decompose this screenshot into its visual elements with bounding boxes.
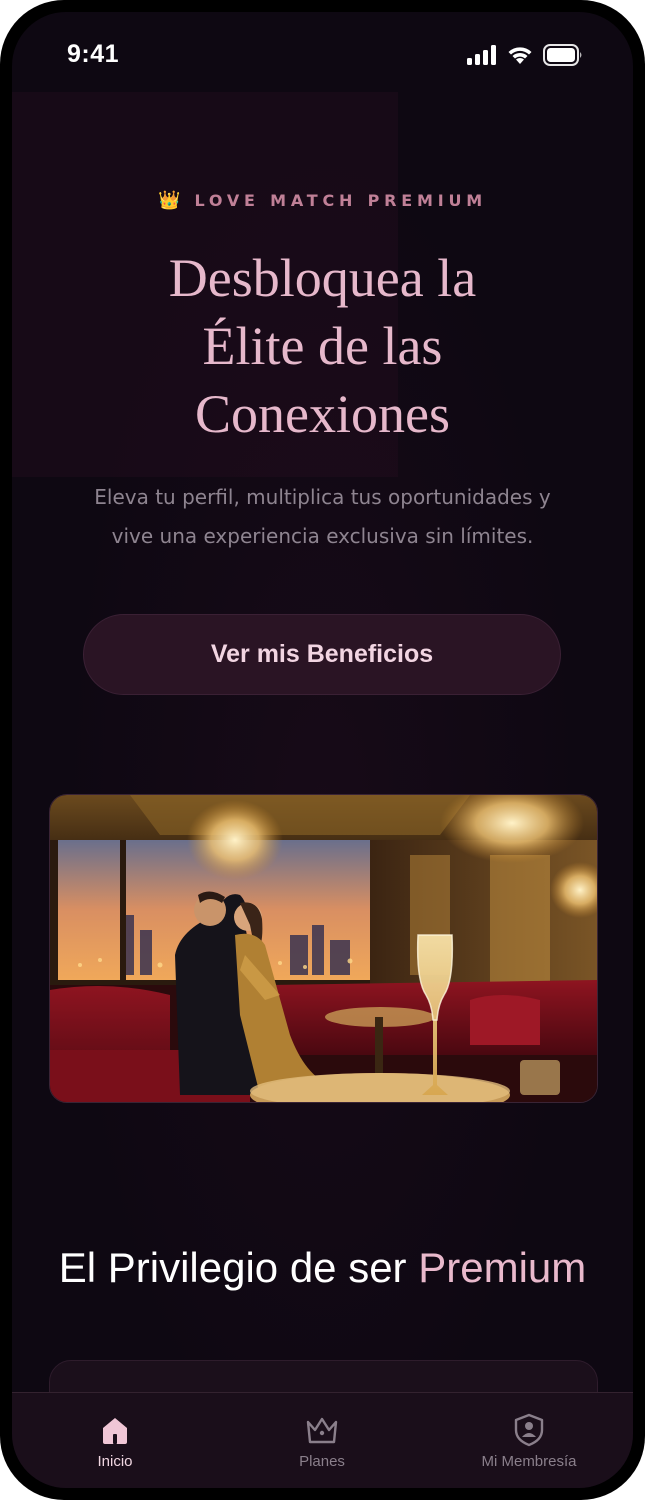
hero-subtitle: Eleva tu perfil, multiplica tus oportuni…: [52, 478, 593, 556]
tab-planes[interactable]: Planes: [232, 1393, 412, 1488]
tab-mi-membresia-label: Mi Membresía: [481, 1453, 577, 1470]
view-benefits-button[interactable]: Ver mis Beneficios: [83, 614, 561, 695]
device-frame: 9:41 👑 LOVE MATCH PREMIUM Desbloquea la …: [0, 0, 645, 1500]
eyebrow-text: LOVE MATCH PREMIUM: [194, 191, 487, 210]
battery-icon: [543, 44, 583, 66]
tab-mi-membresia[interactable]: Mi Membresía: [439, 1393, 619, 1488]
hero-headline: Desbloquea la Élite de las Conexiones: [12, 244, 633, 448]
home-icon: [99, 1413, 131, 1447]
bottom-tab-bar: Inicio Planes Mi Membresía: [12, 1392, 633, 1488]
app-screen: 9:41 👑 LOVE MATCH PREMIUM Desbloquea la …: [12, 12, 633, 1488]
status-icons: [467, 44, 583, 66]
section-title-accent: Premium: [418, 1244, 587, 1291]
section-title: El Privilegio de ser Premium: [12, 1244, 633, 1292]
headline-line-3: Conexiones: [195, 384, 450, 444]
signal-icon: [467, 45, 497, 65]
section-title-main: El Privilegio de ser: [58, 1244, 419, 1291]
subtitle-line-1: Eleva tu perfil, multiplica tus oportuni…: [94, 485, 551, 509]
member-badge-icon: [513, 1413, 545, 1447]
couple-lounge-image: [49, 794, 598, 1103]
wifi-icon: [506, 45, 534, 65]
tab-inicio-label: Inicio: [97, 1453, 133, 1470]
headline-line-2: Élite de las: [202, 316, 443, 376]
headline-line-1: Desbloquea la: [168, 248, 477, 308]
crown-icon: [304, 1413, 340, 1447]
crown-emoji-icon: 👑: [158, 190, 181, 211]
premium-eyebrow: 👑 LOVE MATCH PREMIUM: [12, 190, 633, 211]
tab-inicio[interactable]: Inicio: [25, 1393, 205, 1488]
subtitle-line-2: vive una experiencia exclusiva sin límit…: [111, 524, 534, 548]
status-time: 9:41: [67, 40, 120, 68]
tab-planes-label: Planes: [299, 1453, 345, 1470]
